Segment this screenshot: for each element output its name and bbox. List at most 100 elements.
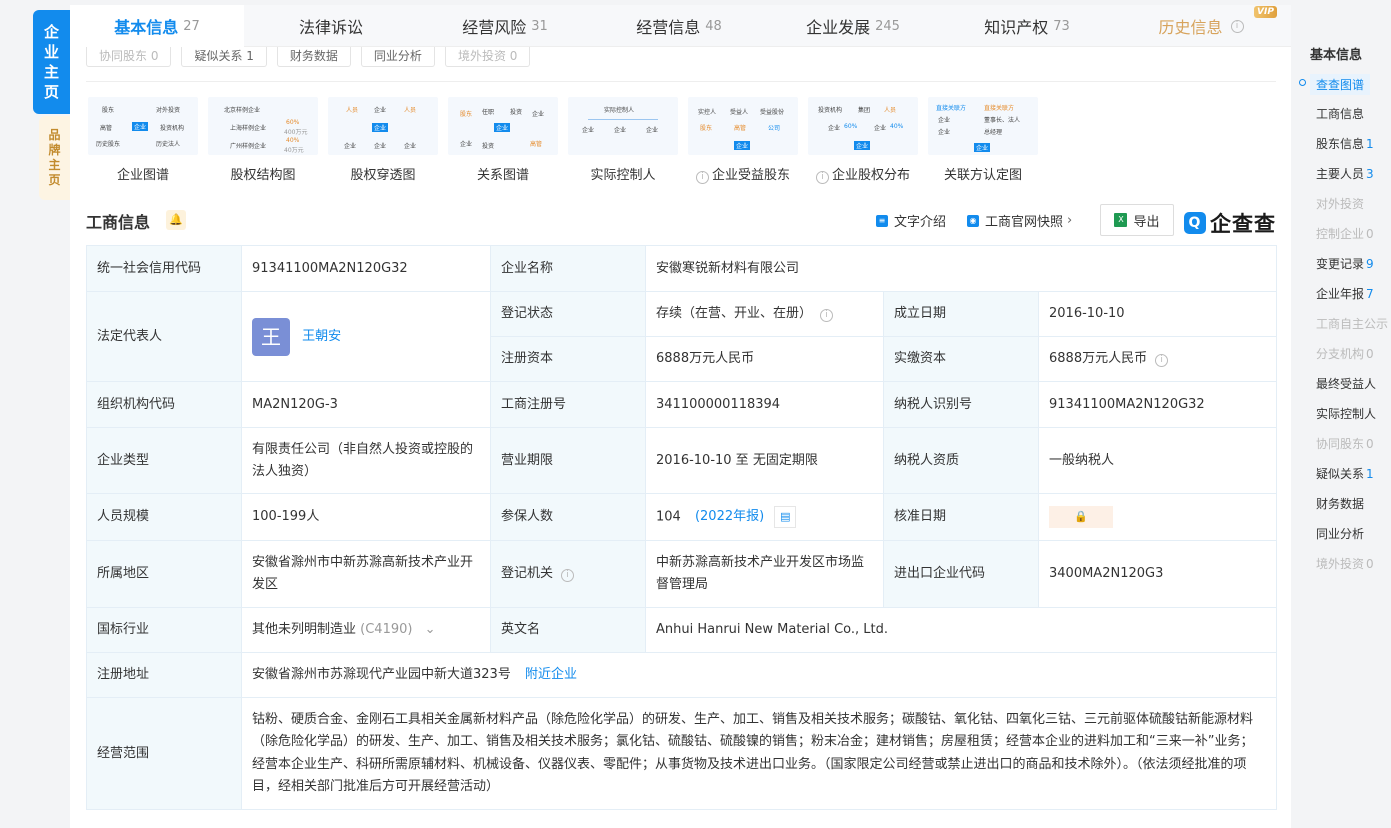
tab-ip[interactable]: 知识产权 73 [940, 5, 1114, 47]
rnav-count: 0 [1366, 557, 1374, 571]
chart-icon[interactable]: ▤ [774, 505, 797, 528]
company-home-tab[interactable]: 企 业 主 页 [33, 10, 70, 114]
address-cell: 安徽省滁州市苏滁现代产业园中新大道323号 附近企业 [241, 652, 1277, 698]
rnav-item-suspected-relation[interactable]: 疑似关系 1 [1316, 465, 1374, 482]
region-label: 所属地区 [86, 540, 242, 608]
rnav-item-investments[interactable]: 对外投资 [1316, 195, 1364, 212]
rnav-item-coop-shareholder[interactable]: 协同股东 0 [1316, 435, 1374, 452]
rnav-item-actual-controller[interactable]: 实际控制人 [1316, 405, 1376, 422]
info-icon[interactable]: i [1230, 19, 1244, 33]
insured-label: 参保人数 [490, 493, 646, 541]
rnav-item-overseas[interactable]: 境外投资 0 [1316, 555, 1374, 572]
legal-rep-link[interactable]: 王朝安 [302, 329, 341, 344]
mini-label: 受益股份 [760, 109, 785, 116]
rnav-item-financial[interactable]: 财务数据 [1316, 495, 1364, 512]
status-value: 存续（在营、开业、在册） [656, 306, 813, 321]
tab-label: 基本信息 [114, 18, 179, 37]
rnav-item-shareholders[interactable]: 股东信息 1 [1316, 135, 1374, 152]
subtab-coop-shareholder[interactable]: 协同股东 0 [86, 47, 172, 67]
avatar[interactable]: 王 [252, 317, 290, 356]
mini-label: 企业 [494, 123, 511, 132]
mini-label: 企业 [734, 141, 751, 150]
mini-label: 投资 [482, 143, 495, 150]
mini-label: 历史法人 [156, 141, 181, 148]
reg-no-label: 工商注册号 [490, 381, 646, 428]
info-icon[interactable]: i [820, 309, 834, 322]
snapshot-button[interactable]: ◉ 工商官网快照 › [967, 211, 1072, 230]
info-icon[interactable]: i [815, 171, 829, 184]
thumb-related-party[interactable]: 直接关联方 直接关联方 企业 董事长、法人 企业 总经理 企业 关联方认定图 [928, 97, 1038, 183]
brand-home-tab[interactable]: 品 牌 主 页 [39, 116, 70, 200]
rnav-item-personnel[interactable]: 主要人员 3 [1316, 165, 1374, 182]
thumb-equity-distribution[interactable]: 投资机构 集团 人员 企业 60% 企业 40% 企业 i 企业股权分布 [808, 97, 918, 184]
subtab-peer-analysis[interactable]: 同业分析 [360, 47, 435, 67]
mini-label: 企业 [404, 143, 417, 150]
rnav-item-controlled[interactable]: 控制企业 0 [1316, 225, 1374, 242]
subtab-overseas[interactable]: 境外投资 0 [444, 47, 531, 67]
rnav-label: 疑似关系 [1316, 467, 1365, 481]
export-button[interactable]: X 导出 [1100, 204, 1174, 236]
chevron-down-icon[interactable]: ⌄ [425, 622, 436, 637]
taxpayer-id-label: 纳税人识别号 [883, 381, 1039, 428]
mini-label: 400万元 [284, 129, 308, 136]
taxpayer-qualification-value: 一般纳税人 [1038, 427, 1277, 494]
rnav-item-branches[interactable]: 分支机构 0 [1316, 345, 1374, 362]
rnav-item-self-disclosure[interactable]: 工商自主公示 [1316, 315, 1388, 332]
mini-label: 投资 [510, 109, 523, 116]
tab-risk[interactable]: 经营风险 31 [418, 5, 592, 47]
annual-report-link[interactable]: (2022年报) [695, 509, 764, 524]
mini-label: 60% [286, 119, 300, 126]
tab-history[interactable]: 历史信息 i VIP [1114, 5, 1288, 47]
thumb-label-wrap: i 企业股权分布 [808, 164, 918, 184]
rnav-label: 查查图谱 [1316, 78, 1365, 92]
rnav-label: 工商信息 [1316, 107, 1365, 121]
mini-label: 40万元 [284, 147, 304, 154]
lock-icon[interactable]: 🔒 [1049, 505, 1113, 528]
bell-icon[interactable]: 🔔 [166, 210, 186, 230]
tab-label: 经营风险 [462, 18, 527, 37]
thumb-actual-controller[interactable]: 实际控制人 企业 企业 企业 实际控制人 [568, 97, 678, 183]
info-icon[interactable]: i [561, 569, 575, 582]
rnav-item-peer-analysis[interactable]: 同业分析 [1316, 525, 1364, 542]
thumb-equity-penetration[interactable]: 人员 企业 人员 企业 企业 企业 企业 股权穿透图 [328, 97, 438, 183]
english-name-label: 英文名 [490, 607, 646, 653]
thumb-label: 股权穿透图 [350, 168, 416, 183]
nearby-companies-link[interactable]: 附近企业 [525, 667, 577, 682]
text-intro-button[interactable]: ≡ 文字介绍 [876, 211, 946, 230]
thumb-relation-graph[interactable]: 股东 任职 投资 企业 企业 企业 投资 高管 关系图谱 [448, 97, 558, 183]
rnav-label: 实际控制人 [1316, 407, 1377, 421]
table-row: 组织机构代码 MA2N120G-3 工商注册号 341100000118394 … [86, 381, 1277, 428]
rnav-label: 控制企业 [1316, 227, 1365, 241]
mini-label: 高管 [734, 125, 747, 132]
subtab-financial[interactable]: 财务数据 [276, 47, 351, 67]
main-tabs: 基本信息 27 法律诉讼 经营风险 31 经营信息 48 企业发展 245 知识产权 73… [70, 5, 1291, 47]
export-label: 导出 [1133, 214, 1160, 230]
rnav-item-changes[interactable]: 变更记录 9 [1316, 255, 1374, 272]
tab-legal[interactable]: 法律诉讼 [244, 5, 418, 47]
thumb-label: 关系图谱 [476, 168, 529, 183]
mini-label: 企业 [132, 122, 149, 131]
tab-basic-info[interactable]: 基本信息 27 [70, 5, 244, 47]
rnav-item-ultimate-beneficiary[interactable]: 最终受益人 [1316, 375, 1376, 392]
scope-value: 钴粉、硬质合金、金刚石工具相关金属新材料产品（除危险化学品）的研发、生产、加工、… [241, 697, 1277, 810]
insured-cell: 104 (2022年报) ▤ [645, 493, 884, 541]
rnav-label: 主要人员 [1316, 167, 1365, 181]
tab-development[interactable]: 企业发展 245 [766, 5, 940, 47]
approve-date-cell: 🔒 [1038, 493, 1277, 541]
thumb-company-graph[interactable]: 股东 对外投资 高管 企业 投资机构 历史股东 历史法人 企业图谱 [88, 97, 198, 183]
thumb-beneficiary[interactable]: 实控人 受益人 受益股份 股东 高管 公司 企业 i 企业受益股东 [688, 97, 798, 184]
brand-home-char: 页 [48, 173, 61, 187]
credit-code-label: 统一社会信用代码 [86, 245, 242, 292]
rnav-item-annual-reports[interactable]: 企业年报 7 [1316, 285, 1374, 302]
thumb-equity-structure[interactable]: 北京样例企业 上海样例企业 60% 400万元 广州样例企业 40% 40万元 … [208, 97, 318, 183]
rnav-item-business[interactable]: 工商信息 [1316, 105, 1364, 122]
info-icon[interactable]: i [1155, 354, 1169, 367]
rnav-item-graph[interactable]: 查查图谱 [1310, 74, 1371, 95]
info-icon[interactable]: i [695, 171, 709, 184]
tab-operation[interactable]: 经营信息 48 [592, 5, 766, 47]
reg-no-value: 341100000118394 [645, 381, 884, 428]
subtab-suspected-relation[interactable]: 疑似关系 1 [181, 47, 267, 67]
mini-label: 企业 [854, 141, 871, 150]
equity-penetration-image: 人员 企业 人员 企业 企业 企业 企业 [328, 97, 438, 155]
table-row: 注册地址 安徽省滁州市苏滁现代产业园中新大道323号 附近企业 [86, 652, 1277, 698]
